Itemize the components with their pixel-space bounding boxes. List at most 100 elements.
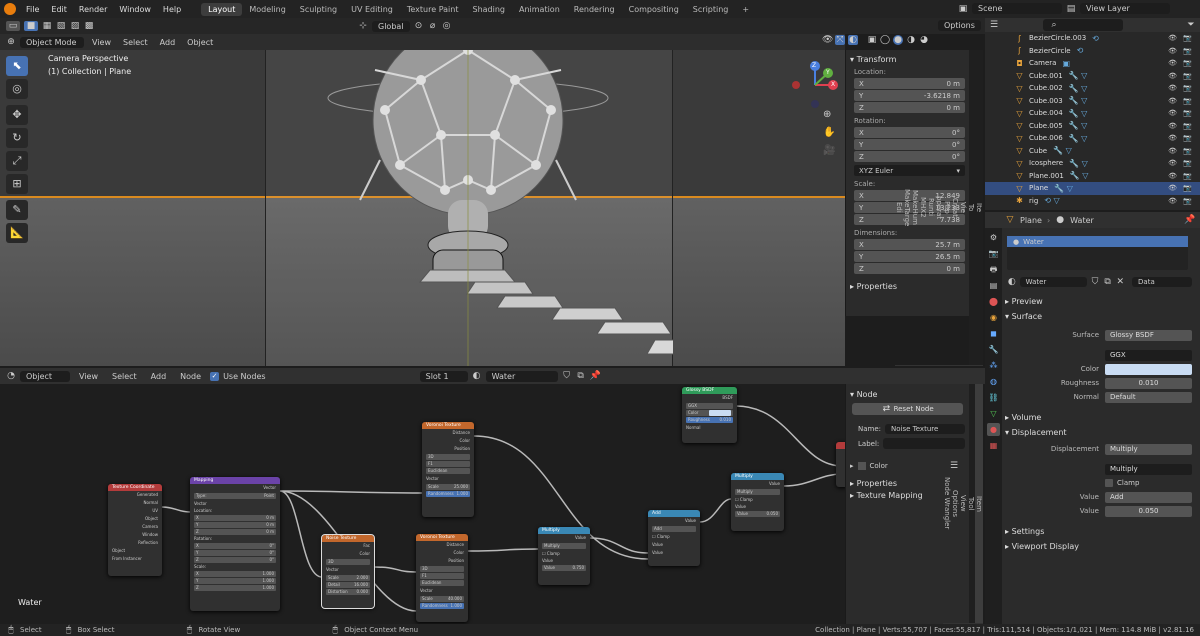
render-camera-icon[interactable]: 📷 [1183,159,1192,167]
eye-icon[interactable]: 👁 [1168,184,1177,192]
measure-tool-icon[interactable]: 📐 [6,223,28,243]
displacement-op-dropdown[interactable]: Multiply [1105,463,1192,475]
3d-viewport[interactable]: ⬉ ◎ ✥ ↻ ⤢ ⊞ ✎ 📐 Camera Perspective (1) C… [0,50,845,366]
eye-icon[interactable]: 👁 [1168,34,1177,42]
constraints-tab-icon[interactable]: ⛓ [987,391,1000,404]
options-dropdown[interactable]: Options [938,20,981,31]
eye-icon[interactable]: 👁 [1168,47,1177,55]
proportional-icon[interactable]: ◎ [442,21,452,31]
pan-hand-icon[interactable]: ✋ [823,124,835,142]
mode-dropdown[interactable]: Object Mode [20,36,84,48]
annotate-tool-icon[interactable]: ✎ [6,200,28,220]
ne-menu-node[interactable]: Node [175,372,206,381]
duplicate-icon[interactable]: ⧉ [1103,277,1113,287]
eye-icon[interactable]: 👁 [1168,72,1177,80]
orientation-dropdown[interactable]: Global [372,20,410,32]
ne-menu-view[interactable]: View [74,372,103,381]
preview-section[interactable]: ▸ Preview [985,294,1200,309]
outliner-item-cube-002[interactable]: ▽ Cube.002 🔧 ▽ 👁 📷 [985,82,1200,95]
node-context-dropdown[interactable]: Object [20,370,70,382]
node-texture-coordinate[interactable]: Texture Coordinate Generated Normal UV O… [108,484,162,576]
gizmo-toggle-icon[interactable]: ⤧ [835,35,845,45]
tab-compositing[interactable]: Compositing [622,3,686,16]
node-multiply-1[interactable]: Multiply Value Multiply ☐ Clamp Value Va… [538,527,590,585]
cursor-tool-icon[interactable]: ◎ [6,79,28,99]
surface-shader-field[interactable]: Glossy BSDF [1105,329,1192,341]
select-tool-icon[interactable]: ⬉ [6,56,28,76]
mode-new-icon[interactable]: ■ [24,21,38,31]
world-tab-icon[interactable]: ◉ [987,311,1000,324]
link-data-dropdown[interactable]: Data [1132,277,1192,287]
add-workspace-button[interactable]: + [735,3,756,16]
node-duplicate-icon[interactable]: ⧉ [576,371,586,381]
vp-menu-object[interactable]: Object [183,38,217,47]
value2-field[interactable]: 0.050 [1105,505,1192,517]
eye-icon[interactable]: 👁 [1168,134,1177,142]
tool-tab-icon[interactable]: ⚙ [987,231,1000,244]
zoom-icon[interactable]: ⊕ [823,106,835,124]
node-voronoi-texture-1[interactable]: Voronoi Texture Distance Color Position … [422,422,474,517]
node-material-field[interactable]: Water [485,370,558,382]
node-editor-type-icon[interactable]: ◔ [6,371,16,381]
mode-subtract-icon[interactable]: ▧ [56,21,66,31]
tab-uv-editing[interactable]: UV Editing [344,3,400,16]
render-camera-icon[interactable]: 📷 [1183,147,1192,155]
outliner-item-plane-001[interactable]: ▽ Plane.001 🔧 ▽ 👁 📷 [985,170,1200,183]
render-camera-icon[interactable]: 📷 [1183,172,1192,180]
ne-menu-add[interactable]: Add [146,372,172,381]
npanel-tab-maketarget[interactable]: MakeTarge [903,50,911,366]
data-link-icon[interactable]: 🔧 ▽ [1053,146,1072,155]
outliner-item-cube-005[interactable]: ▽ Cube.005 🔧 ▽ 👁 📷 [985,120,1200,133]
xray-icon[interactable]: ▣ [867,35,877,45]
npanel-tab-item[interactable]: Ite [975,50,983,366]
data-link-icon[interactable]: 🔧 ▽ [1069,96,1088,105]
render-camera-icon[interactable]: 📷 [1183,197,1192,205]
node-tab-item[interactable]: Item [975,384,983,624]
wireframe-shading-icon[interactable]: ◯ [880,35,890,45]
distribution-dropdown[interactable]: GGX [1105,349,1192,361]
solid-shading-icon[interactable]: ● [893,35,903,45]
render-camera-icon[interactable]: 📷 [1183,134,1192,142]
node-pin-icon[interactable]: 📌 [590,371,601,381]
data-link-icon[interactable]: ⟲ [1077,46,1084,55]
outliner-item-beziercircle-003[interactable]: ʃ BezierCircle.003 ⟲ 👁 📷 [985,32,1200,45]
node-color-checkbox[interactable] [857,462,866,470]
data-tab-icon[interactable]: ▽ [987,407,1000,420]
browse-material-icon[interactable]: ◐ [1007,277,1017,287]
eye-icon[interactable]: 👁 [1168,147,1177,155]
volume-section[interactable]: ▸ Volume [985,410,1200,425]
outliner-item-cube-003[interactable]: ▽ Cube.003 🔧 ▽ 👁 📷 [985,95,1200,108]
tab-sculpting[interactable]: Sculpting [293,3,344,16]
data-link-icon[interactable]: ▣ [1062,59,1070,68]
data-link-icon[interactable]: 🔧 ▽ [1069,71,1088,80]
render-camera-icon[interactable]: 📷 [1183,59,1192,67]
outliner-item-icosphere[interactable]: ▽ Icosphere 🔧 ▽ 👁 📷 [985,157,1200,170]
move-tool-icon[interactable]: ✥ [6,105,28,125]
npanel-tab-operators[interactable]: pperat [935,50,943,366]
tab-scripting[interactable]: Scripting [686,3,736,16]
view-layer-tab-icon[interactable]: ▤ [987,279,1000,292]
material-name-field[interactable]: Water [1019,277,1088,287]
data-link-icon[interactable]: ⟲ ▽ [1044,196,1059,205]
material-shading-icon[interactable]: ◑ [906,35,916,45]
npanel-tab-mhx2[interactable]: MHX2 [919,50,927,366]
ne-menu-select[interactable]: Select [107,372,142,381]
transform-tool-icon[interactable]: ⊞ [6,174,28,194]
data-link-icon[interactable]: 🔧 ▽ [1069,121,1088,130]
node-tab-node-wrangler[interactable]: Node Wrangler [943,384,951,624]
eye-icon[interactable]: 👁 [1168,172,1177,180]
material-tab-icon[interactable]: ● [987,423,1000,436]
pivot-icon[interactable]: ⊙ [414,21,424,31]
menu-file[interactable]: File [20,5,45,14]
outliner-display-icon[interactable]: ☰ [989,20,999,30]
render-camera-icon[interactable]: 📷 [1183,34,1192,42]
mode-invert-icon[interactable]: ▨ [70,21,80,31]
pin-icon[interactable]: 📌 [1184,215,1195,225]
npanel-tab-view[interactable]: Vie [959,50,967,366]
outliner-item-beziercircle[interactable]: ʃ BezierCircle ⟲ 👁 📷 [985,45,1200,58]
view-layer-field[interactable]: View Layer [1080,3,1170,14]
clamp-checkbox[interactable] [1105,479,1113,487]
menu-window[interactable]: Window [113,5,157,14]
node-mapping[interactable]: Mapping Vector Type: Point Vector Locatio… [190,477,280,611]
camera-view-icon[interactable]: 🎥 [823,142,835,160]
